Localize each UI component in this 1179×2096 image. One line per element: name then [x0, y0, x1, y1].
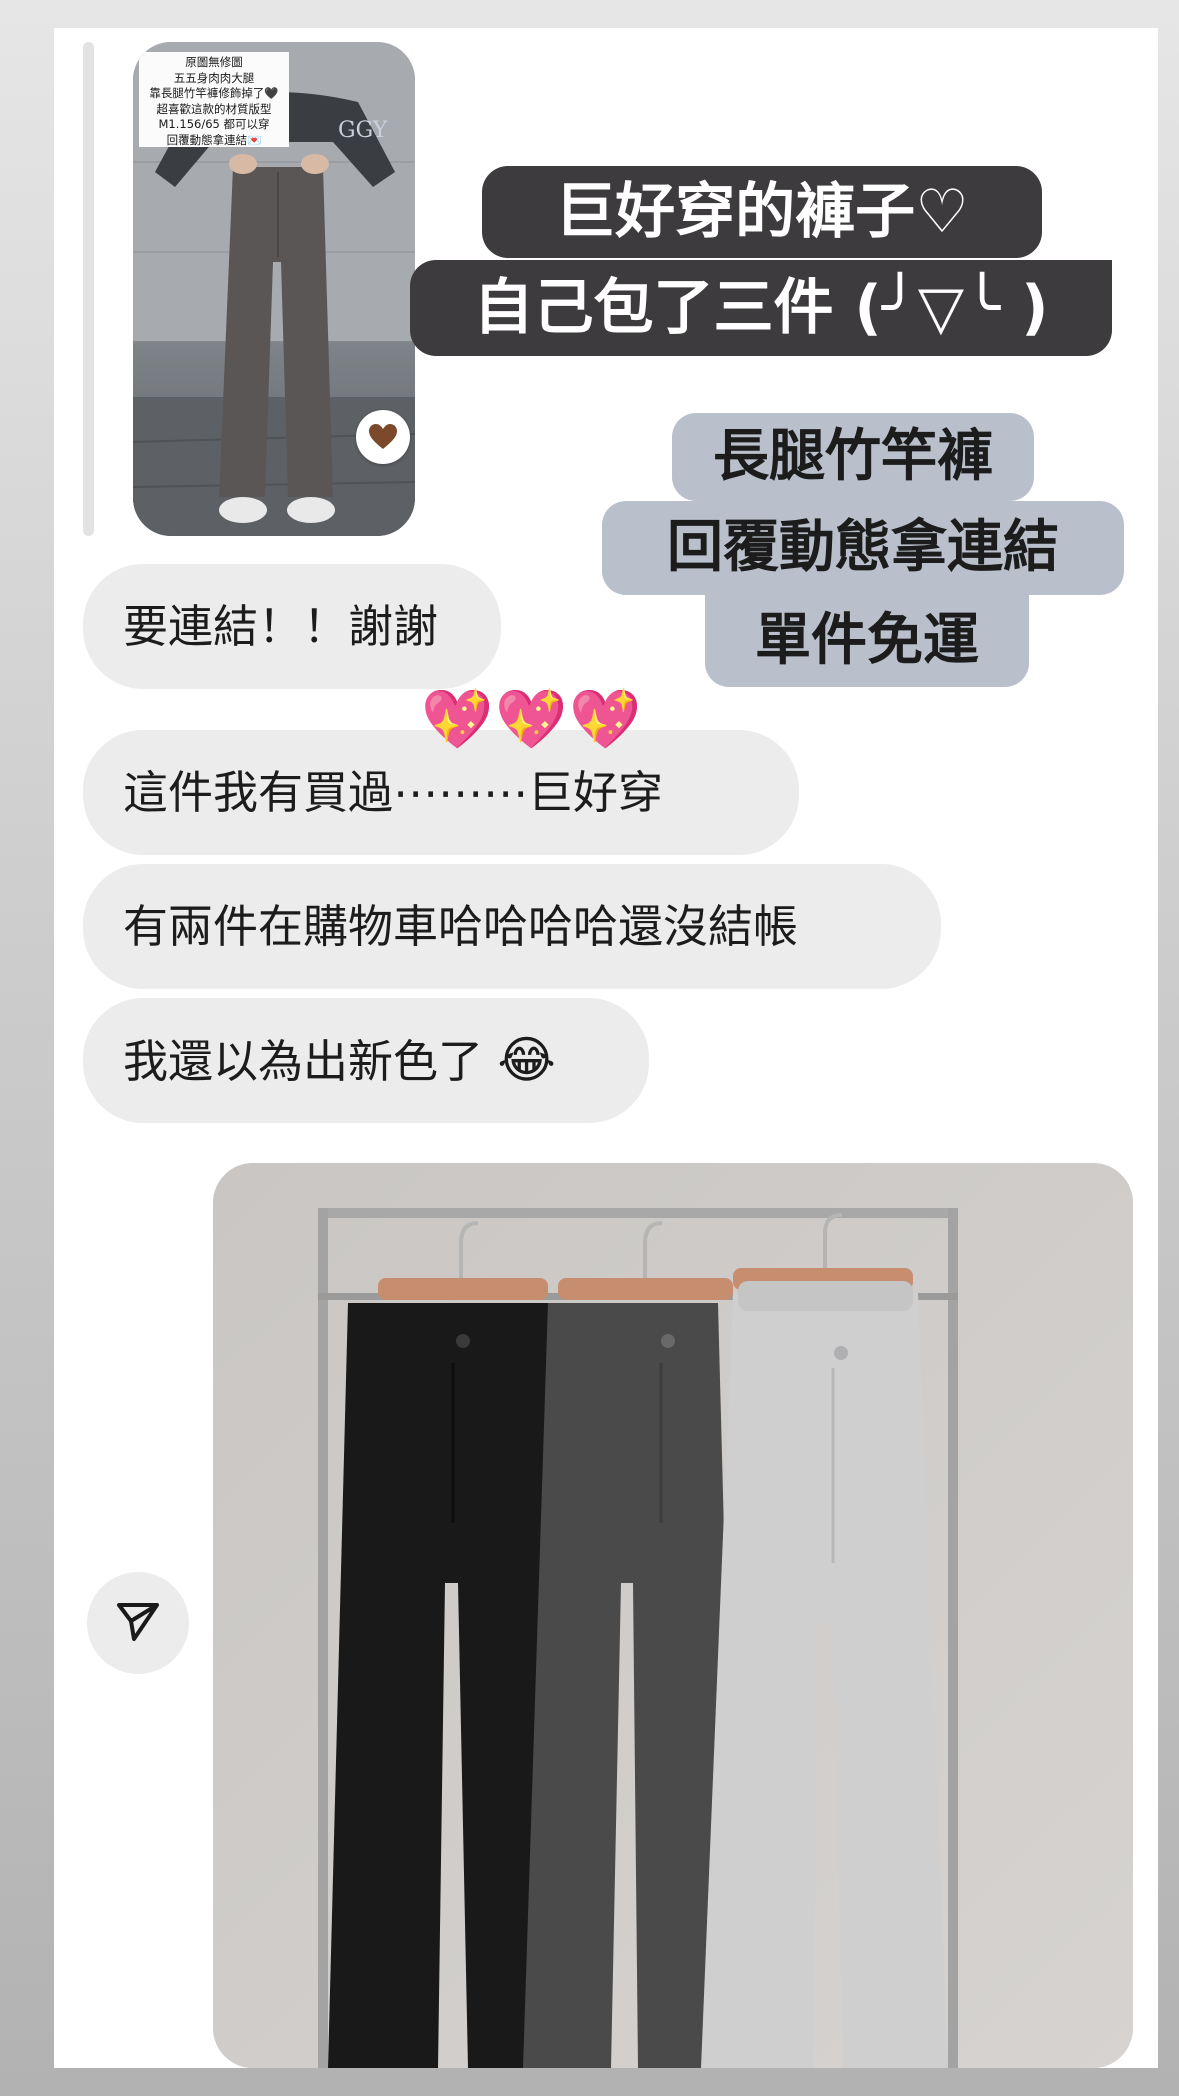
caption-line: 原圖無修圖: [185, 55, 243, 69]
caption-line: 超喜歡這款的材質版型: [156, 101, 272, 116]
caption-line: 回覆動態拿連結💌: [166, 132, 262, 147]
svg-text:GGY: GGY: [338, 118, 388, 143]
laughing-emoji: 😂: [497, 1031, 556, 1089]
message-reaction[interactable]: 💖💖💖: [421, 684, 644, 754]
story-caption-note: 原圖無修圖 五五身肉肉大腿 靠長腿竹竿褲修飾掉了🖤 超喜歡這款的材質版型 M1.…: [139, 52, 289, 147]
story-text-sticker: 回覆動態拿連結: [602, 501, 1124, 595]
product-photo[interactable]: [213, 1163, 1133, 2068]
share-button[interactable]: [87, 1572, 189, 1674]
send-icon: [114, 1597, 162, 1649]
message-bubble[interactable]: 有兩件在購物車哈哈哈哈還沒結帳: [83, 864, 941, 989]
story-text-sticker: 巨好穿的褲子♡: [482, 166, 1042, 258]
sticker-line: 回覆動態拿連結: [667, 515, 1059, 580]
message-bubble[interactable]: 我還以為出新色了 😂: [83, 998, 649, 1123]
story-text-sticker: 自己包了三件 (╯▽╰ ): [410, 260, 1112, 356]
caption-line: M1.156/65 都可以穿: [158, 117, 270, 131]
message-bubble[interactable]: 要連結！！謝謝: [83, 564, 501, 689]
story-text-sticker: 單件免運: [705, 595, 1029, 687]
story-thumbnail[interactable]: GGY 原圖無修圖 五五身肉肉大腿 靠長腿竹竿褲修飾掉了🖤 超喜歡這款的材質版型…: [133, 42, 415, 536]
pants-rack-image: [213, 1163, 1133, 2068]
message-text: 要連結！！謝謝: [123, 600, 439, 653]
story-text-sticker: 長腿竹竿褲: [672, 413, 1034, 501]
caption-line: 五五身肉肉大腿: [173, 70, 255, 85]
brown-heart-icon[interactable]: [356, 410, 410, 464]
dm-conversation: GGY 原圖無修圖 五五身肉肉大腿 靠長腿竹竿褲修飾掉了🖤 超喜歡這款的材質版型…: [54, 28, 1158, 2068]
sticker-line: 自己包了三件 (╯▽╰ ): [473, 273, 1049, 343]
message-text: 我還以為出新色了: [123, 1035, 484, 1088]
sticker-line: 單件免運: [755, 608, 979, 673]
caption-line: 靠長腿竹竿褲修飾掉了🖤: [149, 86, 279, 100]
sticker-line: 巨好穿的褲子♡: [555, 177, 969, 247]
message-text: 有兩件在購物車哈哈哈哈還沒結帳: [123, 900, 799, 953]
message-text: 這件我有買過⋯⋯⋯巨好穿: [123, 766, 664, 819]
story-reply-indicator: [83, 42, 94, 536]
sticker-line: 長腿竹竿褲: [713, 424, 993, 489]
